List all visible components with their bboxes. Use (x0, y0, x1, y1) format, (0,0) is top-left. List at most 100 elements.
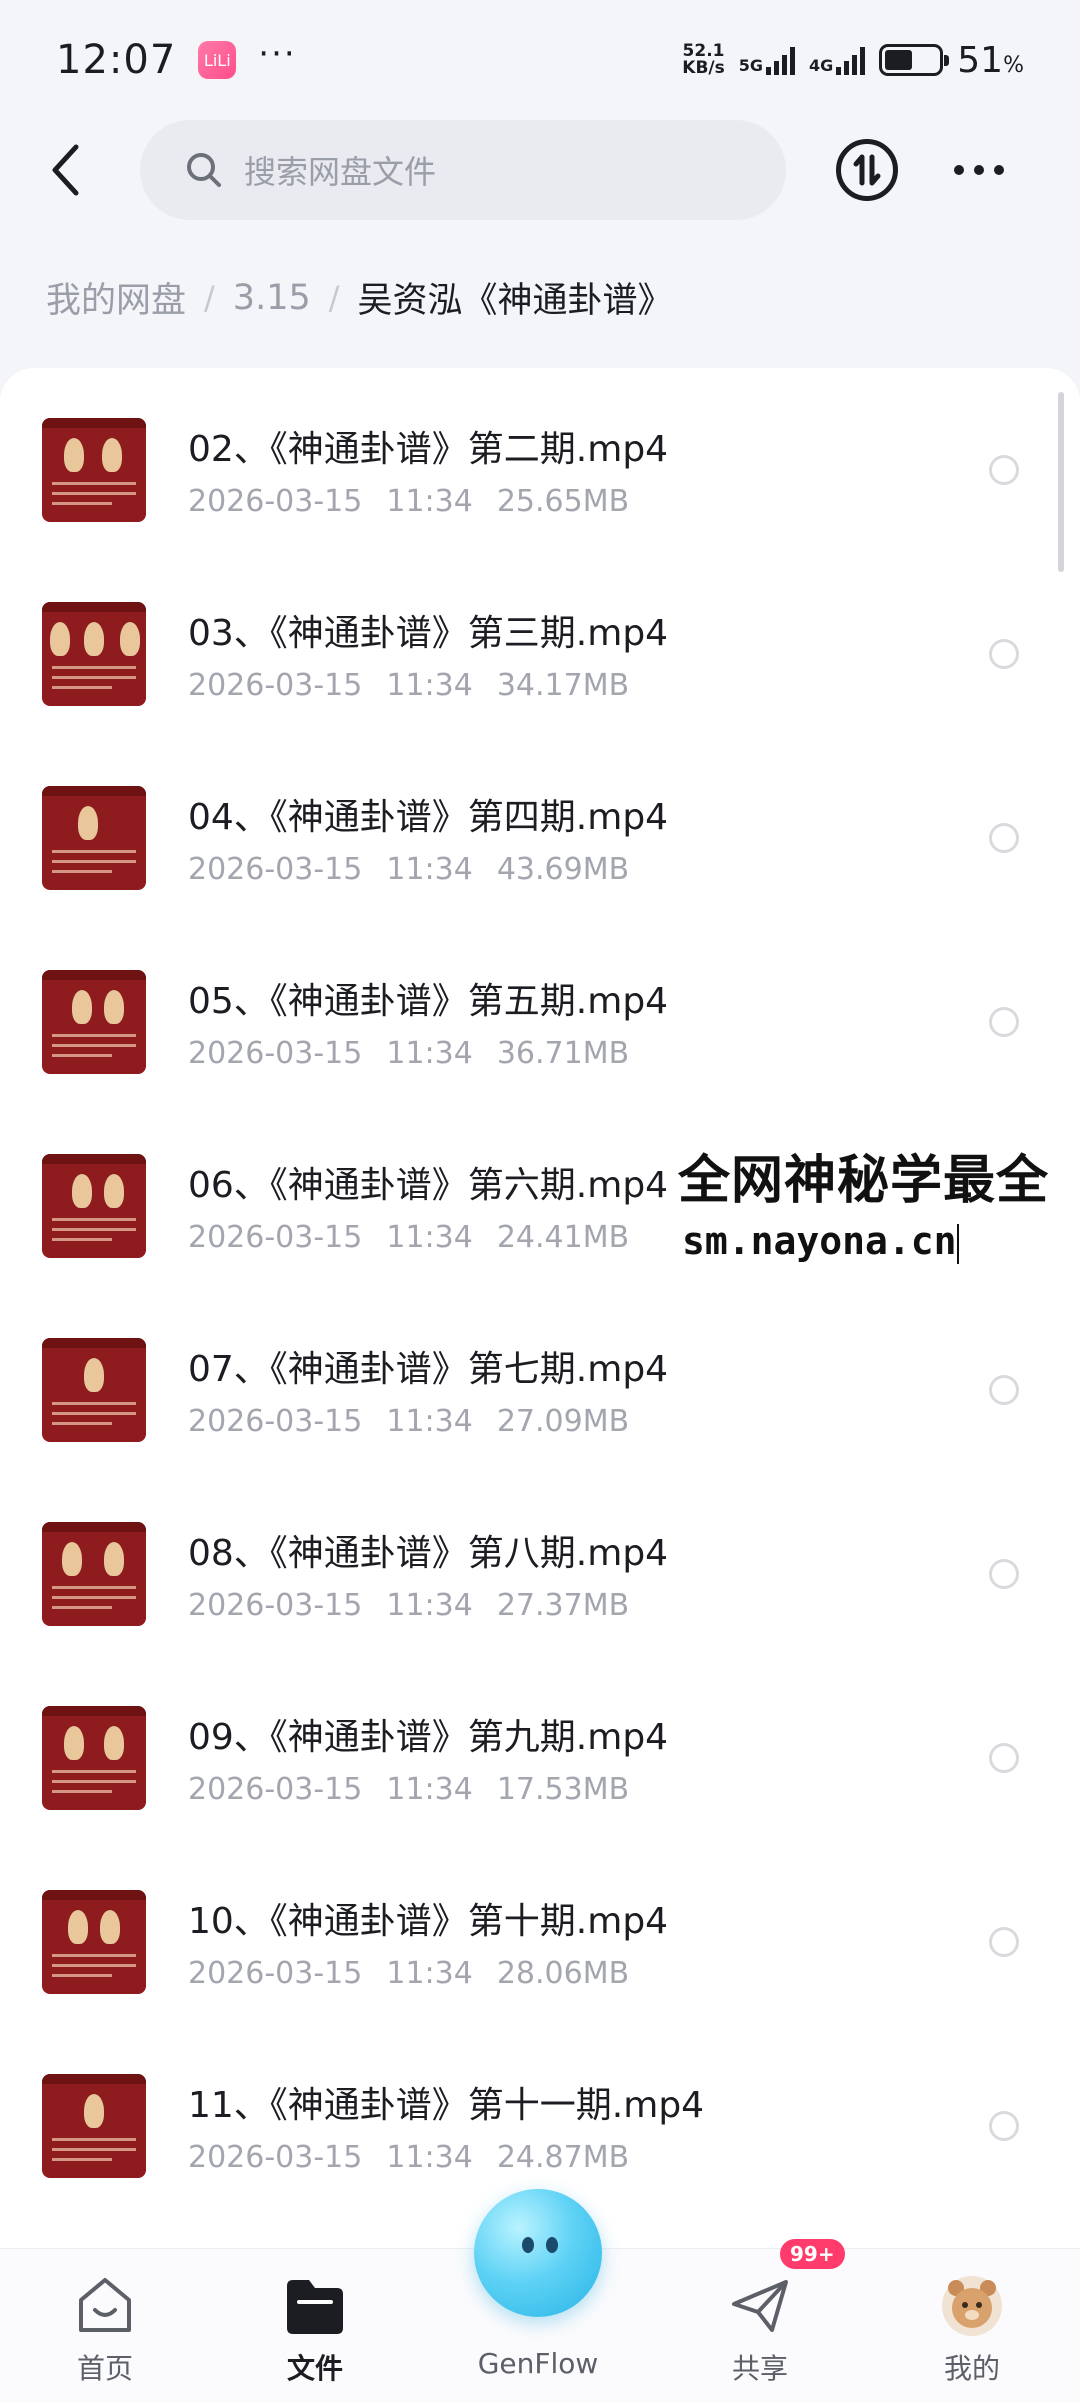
file-meta: 2026-03-15 11:34 24.87MB (188, 2140, 629, 2175)
video-thumbnail (42, 418, 146, 522)
thumbnail-text-line (52, 870, 112, 873)
thumbnail-text-line (52, 482, 136, 485)
thumbnail-header (42, 1522, 146, 1532)
app-notification-icon: LiLi (198, 41, 237, 79)
transfer-icon (853, 154, 881, 186)
video-thumbnail (42, 1890, 146, 1994)
video-thumbnail (42, 1522, 146, 1626)
thumbnail-text-line (52, 2148, 136, 2151)
back-button[interactable] (36, 130, 94, 210)
file-name: 04、《神通卦谱》第四期.mp4 (188, 797, 669, 838)
file-date: 2026-03-15 (188, 668, 363, 703)
battery-fill (885, 50, 912, 70)
genflow-mascot-icon (474, 2189, 602, 2317)
thumbnail-text-line (52, 2158, 112, 2161)
file-meta: 2026-03-15 11:34 17.53MB (188, 1772, 629, 1807)
thumbnail-shape (84, 2094, 104, 2128)
select-checkbox[interactable] (989, 1743, 1019, 1773)
thumbnail-text-line (52, 1054, 112, 1057)
file-time: 11:34 (386, 1036, 473, 1071)
select-checkbox[interactable] (989, 823, 1019, 853)
search-input[interactable]: 搜索网盘文件 (140, 120, 786, 220)
thumbnail-shape (104, 1726, 124, 1760)
file-row[interactable]: 09、《神通卦谱》第九期.mp4 2026-03-15 11:34 17.53MB (0, 1656, 1080, 1840)
nav-genflow[interactable]: GenFlow (463, 2189, 613, 2380)
file-size: 27.37MB (496, 1588, 630, 1623)
nav-files-label: 文件 (286, 2352, 343, 2385)
file-time: 11:34 (386, 2140, 473, 2175)
file-row[interactable]: 10、《神通卦谱》第十期.mp4 2026-03-15 11:34 28.06MB (0, 1840, 1080, 2024)
thumbnail-text-line (52, 1974, 112, 1977)
video-thumbnail (42, 1706, 146, 1810)
select-checkbox[interactable] (989, 2111, 1019, 2141)
nav-files[interactable]: 文件 (240, 2269, 390, 2387)
thumbnail-shape (84, 622, 104, 656)
thumbnail-text-line (52, 860, 136, 863)
thumbnail-text-line (52, 1596, 136, 1599)
select-checkbox[interactable] (989, 1927, 1019, 1957)
more-button[interactable] (954, 165, 1004, 175)
thumbnail-shape (102, 438, 122, 472)
thumbnail-shape (50, 622, 70, 656)
thumbnail-text-line (52, 1228, 136, 1231)
nav-home[interactable]: 首页 (30, 2269, 180, 2387)
transfer-button[interactable] (836, 139, 898, 201)
file-size: 27.09MB (496, 1404, 630, 1439)
nav-me[interactable]: 我的 (897, 2269, 1047, 2387)
file-meta: 2026-03-15 11:34 34.17MB (188, 668, 629, 703)
battery-percent-value: 51 (957, 39, 1004, 81)
select-checkbox[interactable] (989, 455, 1019, 485)
status-more-icon: ··· (258, 34, 297, 74)
file-row[interactable]: 11、《神通卦谱》第十一期.mp4 2026-03-15 11:34 24.87MB (0, 2024, 1080, 2208)
video-thumbnail (42, 1338, 146, 1442)
file-row[interactable]: 07、《神通卦谱》第七期.mp4 2026-03-15 11:34 27.09MB (0, 1288, 1080, 1472)
nav-share[interactable]: 共享 (685, 2269, 835, 2387)
thumbnail-shape (68, 1910, 88, 1944)
file-row[interactable]: 05、《神通卦谱》第五期.mp4 2026-03-15 11:34 36.71MB (0, 920, 1080, 1104)
thumbnail-text-line (52, 1218, 136, 1221)
file-size: 24.87MB (496, 2140, 630, 2175)
file-name: 11、《神通卦谱》第十一期.mp4 (188, 2085, 705, 2126)
thumbnail-header (42, 1154, 146, 1164)
file-meta: 2026-03-15 11:34 43.69MB (188, 852, 629, 887)
chevron-left-icon (52, 144, 79, 196)
file-date: 2026-03-15 (188, 852, 363, 887)
file-meta: 2026-03-15 11:34 28.06MB (188, 1956, 629, 1991)
thumbnail-text-line (52, 1034, 136, 1037)
select-checkbox[interactable] (989, 1375, 1019, 1405)
thumbnail-shape (120, 622, 140, 656)
file-row[interactable]: 02、《神通卦谱》第二期.mp4 2026-03-15 11:34 25.65MB (0, 368, 1080, 552)
thumbnail-text-line (52, 1780, 136, 1783)
thumbnail-header (42, 602, 146, 612)
video-thumbnail (42, 786, 146, 890)
notification-badge: 99+ (780, 2239, 845, 2269)
thumbnail-shape (104, 990, 124, 1024)
file-row[interactable]: 08、《神通卦谱》第八期.mp4 2026-03-15 11:34 27.37MB (0, 1472, 1080, 1656)
file-meta: 2026-03-15 11:34 25.65MB (188, 484, 629, 519)
file-name: 09、《神通卦谱》第九期.mp4 (188, 1717, 669, 1758)
thumbnail-text-line (52, 1586, 136, 1589)
select-checkbox[interactable] (989, 639, 1019, 669)
more-dot (994, 165, 1004, 175)
thumbnail-header (42, 970, 146, 980)
thumbnail-text-line (52, 492, 136, 495)
breadcrumb-item-root[interactable]: 我的网盘 (46, 272, 186, 323)
select-checkbox[interactable] (989, 1007, 1019, 1037)
file-date: 2026-03-15 (188, 2140, 363, 2175)
sim2-label: 4G (809, 56, 834, 75)
file-size: 43.69MB (496, 852, 630, 887)
thumbnail-header (42, 2074, 146, 2084)
sim1-label: 5G (738, 56, 764, 75)
file-row[interactable]: 03、《神通卦谱》第三期.mp4 2026-03-15 11:34 34.17MB (0, 552, 1080, 736)
select-checkbox[interactable] (989, 1559, 1019, 1589)
file-time: 11:34 (386, 1772, 473, 1807)
breadcrumb-item-folder[interactable]: 3.15 (233, 278, 311, 318)
thumbnail-text-line (52, 1606, 112, 1609)
search-placeholder: 搜索网盘文件 (244, 153, 437, 191)
thumbnail-header (42, 1338, 146, 1348)
file-name: 06、《神通卦谱》第六期.mp4 (188, 1165, 669, 1206)
file-name: 10、《神通卦谱》第十期.mp4 (188, 1901, 669, 1942)
mascot-eye (546, 2237, 558, 2253)
file-meta: 2026-03-15 11:34 27.09MB (188, 1404, 629, 1439)
file-row[interactable]: 04、《神通卦谱》第四期.mp4 2026-03-15 11:34 43.69MB (0, 736, 1080, 920)
